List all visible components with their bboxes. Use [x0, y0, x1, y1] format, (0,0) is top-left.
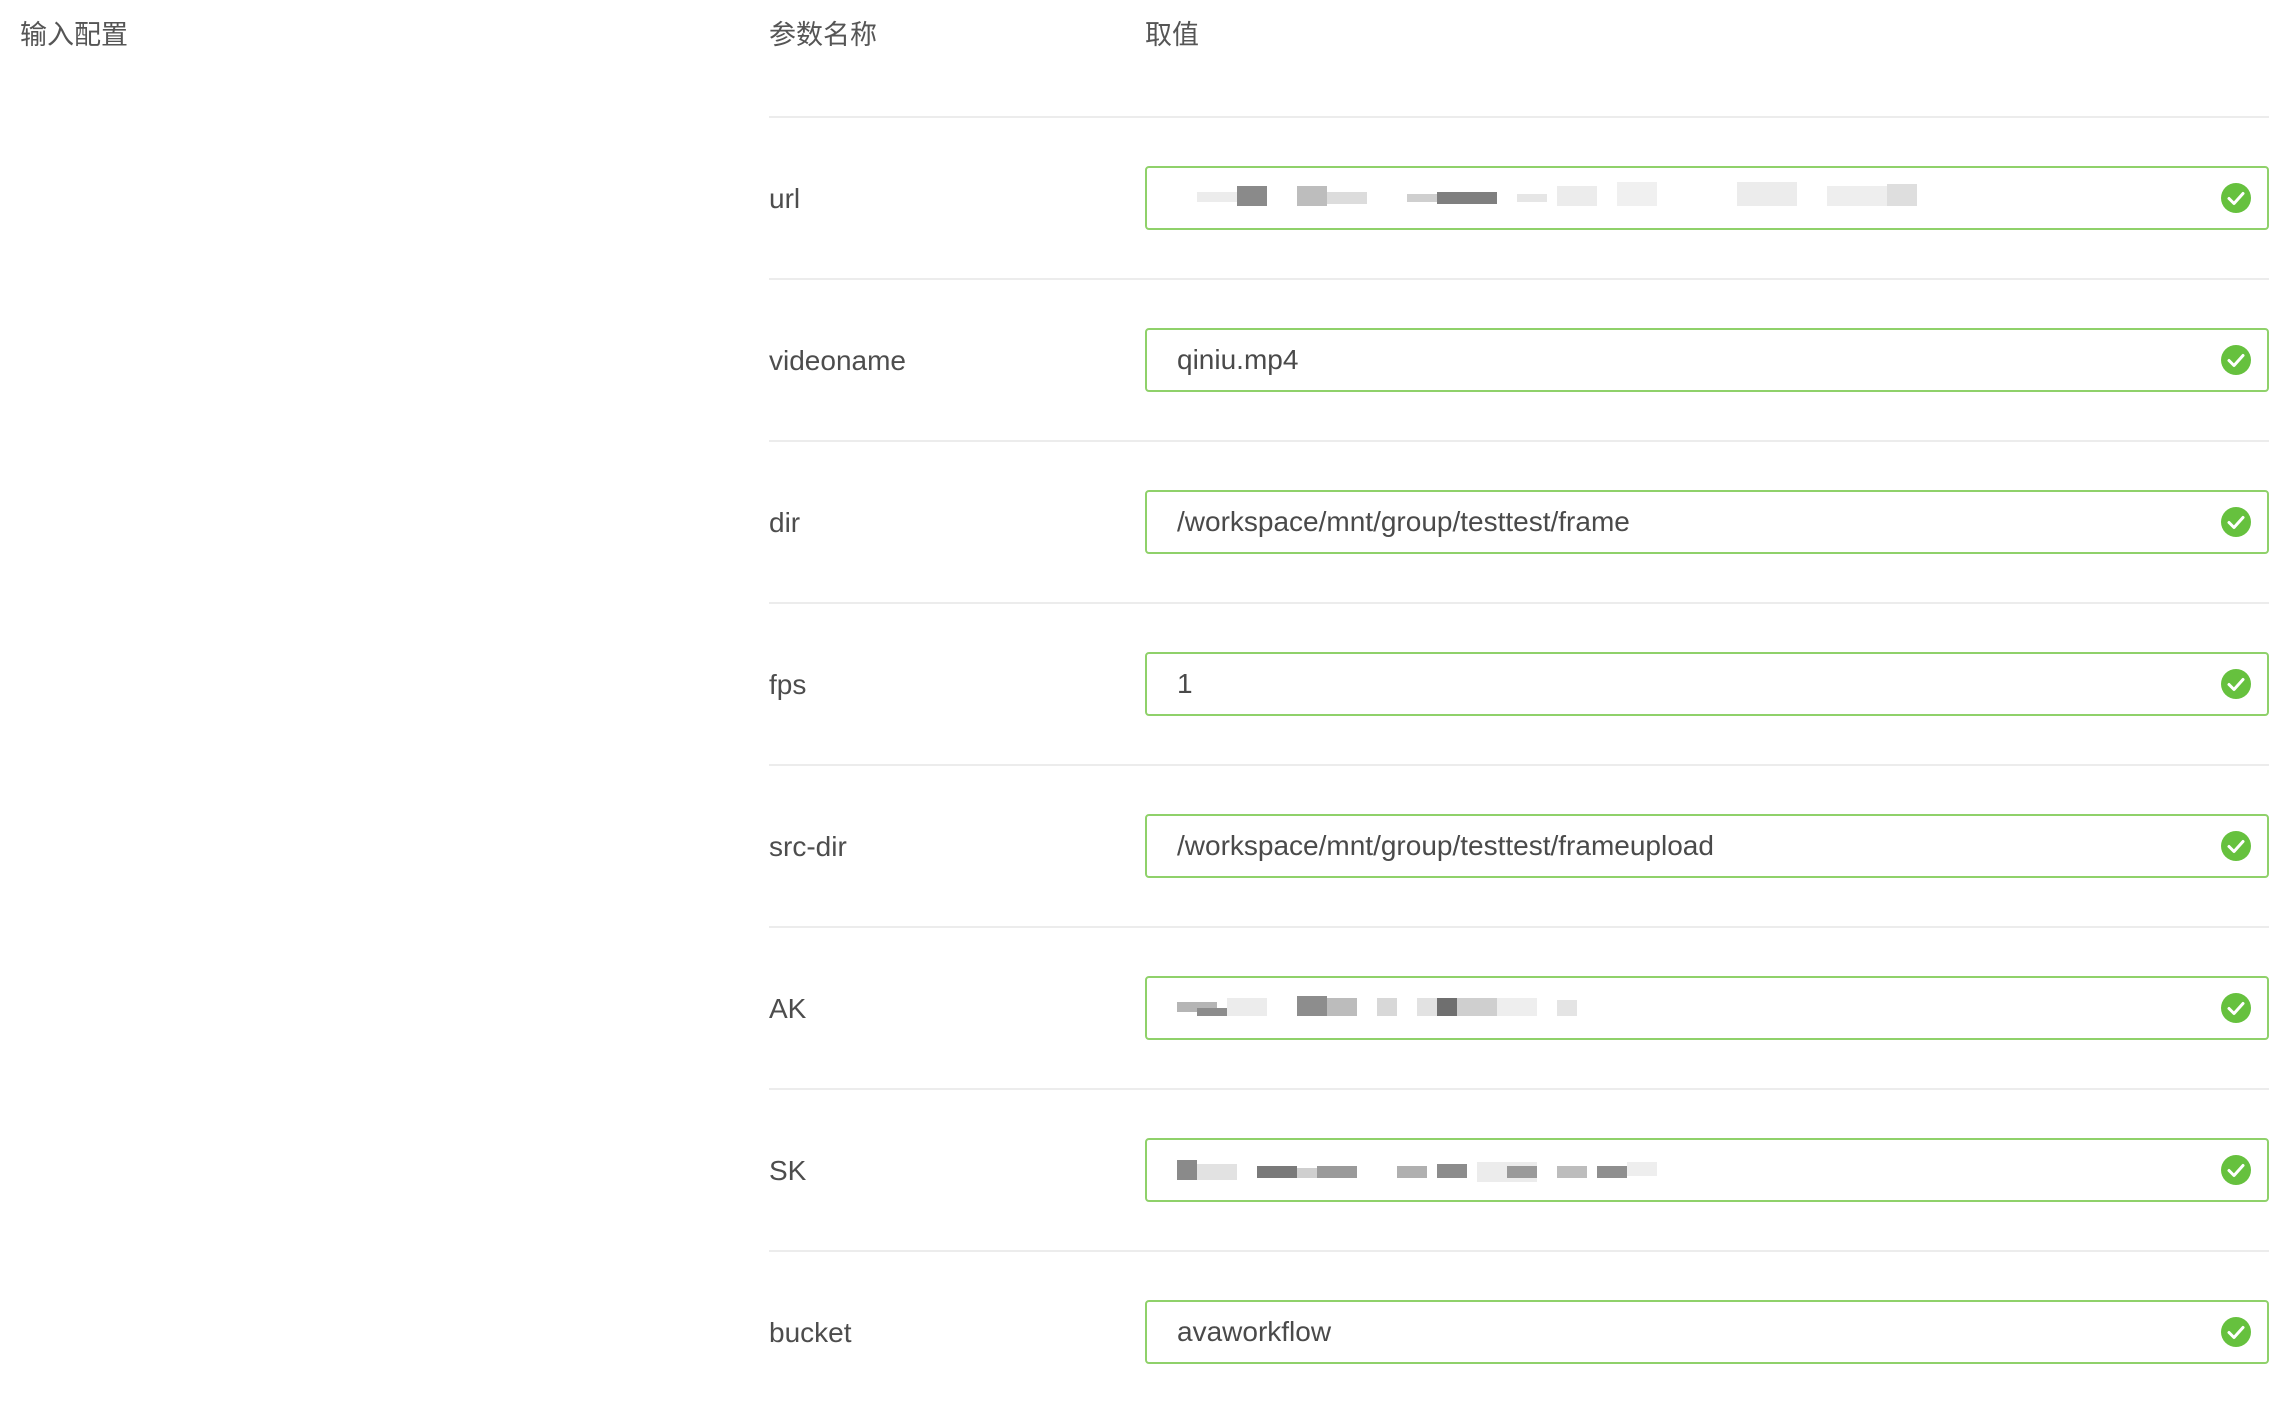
- check-circle-icon: [2221, 1317, 2251, 1347]
- param-name: url: [769, 183, 801, 214]
- table-row: src-dir /workspace/mnt/group/testtest/fr…: [769, 766, 2269, 928]
- table-row: videoname qiniu.mp4: [769, 280, 2269, 442]
- param-name: SK: [769, 1155, 807, 1186]
- table-row: bucket avaworkflow: [769, 1252, 2269, 1414]
- src-dir-input[interactable]: /workspace/mnt/group/testtest/frameuploa…: [1145, 814, 2269, 878]
- table-header: 参数名称 取值: [769, 0, 2269, 118]
- param-name: AK: [769, 993, 807, 1024]
- ak-input[interactable]: [1145, 976, 2269, 1040]
- redacted-value: [1177, 182, 1937, 216]
- column-header-value: 取值: [1145, 20, 1199, 51]
- check-circle-icon: [2221, 345, 2251, 375]
- input-value[interactable]: /workspace/mnt/group/testtest/frame: [1177, 492, 1630, 552]
- sk-input[interactable]: [1145, 1138, 2269, 1202]
- videoname-input[interactable]: qiniu.mp4: [1145, 328, 2269, 392]
- table-row: AK: [769, 928, 2269, 1090]
- dir-input[interactable]: /workspace/mnt/group/testtest/frame: [1145, 490, 2269, 554]
- redacted-value: [1177, 1154, 1937, 1188]
- param-name: dir: [769, 507, 801, 538]
- check-circle-icon: [2221, 183, 2251, 213]
- input-value[interactable]: 1: [1177, 654, 1193, 714]
- check-circle-icon: [2221, 831, 2251, 861]
- param-name: videoname: [769, 345, 906, 376]
- redacted-value: [1177, 992, 1937, 1026]
- param-name: bucket: [769, 1317, 852, 1348]
- check-circle-icon: [2221, 669, 2251, 699]
- input-value[interactable]: avaworkflow: [1177, 1302, 1331, 1362]
- table-row: url: [769, 118, 2269, 280]
- url-input[interactable]: [1145, 166, 2269, 230]
- check-circle-icon: [2221, 507, 2251, 537]
- input-value[interactable]: qiniu.mp4: [1177, 330, 1298, 390]
- bucket-input[interactable]: avaworkflow: [1145, 1300, 2269, 1364]
- input-value[interactable]: /workspace/mnt/group/testtest/frameuploa…: [1177, 816, 1714, 876]
- check-circle-icon: [2221, 1155, 2251, 1185]
- fps-input[interactable]: 1: [1145, 652, 2269, 716]
- table-row: dir /workspace/mnt/group/testtest/frame: [769, 442, 2269, 604]
- param-name: fps: [769, 669, 807, 700]
- param-name: src-dir: [769, 831, 847, 862]
- table-row: fps 1: [769, 604, 2269, 766]
- section-title: 输入配置: [20, 20, 128, 51]
- check-circle-icon: [2221, 993, 2251, 1023]
- column-header-name: 参数名称: [769, 20, 877, 51]
- table-row: SK: [769, 1090, 2269, 1252]
- parameter-table: 参数名称 取值 url videoname qiniu.mp4 dir /wor…: [769, 0, 2269, 1414]
